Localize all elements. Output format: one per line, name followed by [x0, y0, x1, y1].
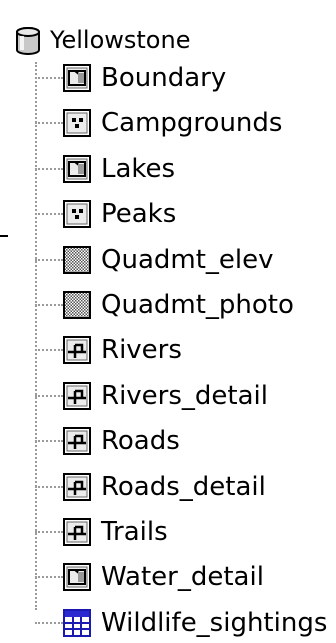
tree-connector-branch: [35, 304, 63, 306]
tree-connector-branch: [35, 395, 63, 397]
tree-connector-branch: [35, 576, 63, 578]
table-icon: [63, 609, 91, 637]
tree-item-quadmt-elev[interactable]: Quadmt_elev: [35, 240, 274, 280]
line-layer-icon: [63, 427, 91, 455]
catalog-tree: Yellowstone Boundary Campgrounds Lakes Peak…: [0, 0, 336, 637]
tree-item-lakes[interactable]: Lakes: [35, 149, 175, 189]
line-layer-icon: [63, 382, 91, 410]
tree-root-label: Yellowstone: [50, 26, 191, 54]
tree-item-label: Quadmt_elev: [101, 245, 274, 275]
tree-item-label: Quadmt_photo: [101, 290, 294, 320]
point-layer-icon: [63, 109, 91, 137]
line-layer-icon: [63, 518, 91, 546]
tree-connector-branch: [35, 213, 63, 215]
raster-layer-icon: [63, 246, 91, 274]
point-layer-icon: [63, 200, 91, 228]
tree-root-yellowstone[interactable]: Yellowstone: [14, 20, 190, 60]
tree-item-peaks[interactable]: Peaks: [35, 194, 176, 234]
polygon-layer-icon: [63, 64, 91, 92]
tree-item-label: Peaks: [101, 199, 177, 229]
tree-item-water-detail[interactable]: Water_detail: [35, 557, 264, 597]
tree-item-rivers-detail[interactable]: Rivers_detail: [35, 376, 268, 416]
line-layer-icon: [63, 336, 91, 364]
tree-item-roads-detail[interactable]: Roads_detail: [35, 467, 266, 507]
tree-item-label: Trails: [101, 517, 168, 547]
tree-item-rivers[interactable]: Rivers: [35, 330, 182, 370]
tree-connector-branch: [35, 622, 63, 624]
tree-connector-branch: [35, 531, 63, 533]
tree-item-label: Boundary: [101, 63, 227, 93]
raster-layer-icon: [63, 291, 91, 319]
tree-item-label: Rivers: [101, 335, 182, 365]
tree-item-label: Lakes: [101, 154, 176, 184]
tree-connector-branch: [35, 77, 63, 79]
tree-item-wildlife-sightings[interactable]: Wildlife_sightings: [35, 603, 327, 643]
polygon-layer-icon: [63, 563, 91, 591]
database-icon: [14, 26, 42, 55]
tree-item-label: Rivers_detail: [101, 381, 268, 411]
polygon-layer-icon: [63, 155, 91, 183]
tree-connector-branch: [35, 168, 63, 170]
tree-connector-branch: [35, 122, 63, 124]
tree-item-label: Water_detail: [101, 562, 264, 592]
tree-item-trails[interactable]: Trails: [35, 512, 168, 552]
tree-item-roads[interactable]: Roads: [35, 421, 180, 461]
tree-item-label: Roads: [101, 426, 180, 456]
tree-item-boundary[interactable]: Boundary: [35, 58, 226, 98]
tree-branch-stub: [0, 235, 8, 237]
tree-item-label: Campgrounds: [101, 108, 283, 138]
line-layer-icon: [63, 473, 91, 501]
tree-item-quadmt-photo[interactable]: Quadmt_photo: [35, 285, 294, 325]
tree-connector-branch: [35, 349, 63, 351]
tree-item-label: Roads_detail: [101, 472, 266, 502]
tree-item-label: Wildlife_sightings: [101, 608, 328, 638]
tree-item-campgrounds[interactable]: Campgrounds: [35, 103, 282, 143]
tree-connector-branch: [35, 259, 63, 261]
tree-connector-branch: [35, 486, 63, 488]
tree-connector-branch: [35, 440, 63, 442]
